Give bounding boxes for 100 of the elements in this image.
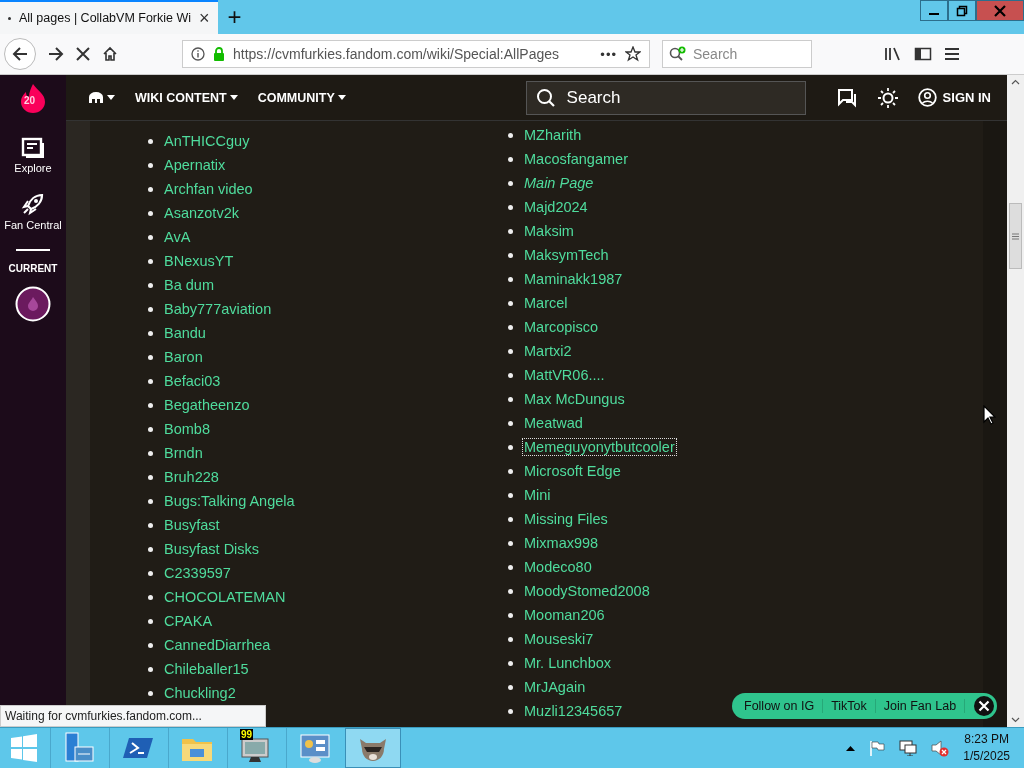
page-link[interactable]: Mooman206 [522,606,607,624]
back-button[interactable] [4,38,36,70]
page-link[interactable]: CannedDiarrhea [162,636,273,654]
page-link[interactable]: Busyfast Disks [162,540,262,558]
taskbar-app[interactable]: 99 [227,728,284,768]
page-link[interactable]: Main Page [522,174,596,192]
promo-link[interactable]: Follow on IG [736,699,824,713]
taskbar-app[interactable] [345,728,401,768]
page-link[interactable]: Begatheenzo [162,396,252,414]
search-field[interactable]: Search [662,40,812,68]
control-panel-icon [298,731,332,765]
page-link[interactable]: Bomb8 [162,420,212,438]
lock-icon [213,47,225,61]
clock-date[interactable]: 1/5/2025 [963,748,1010,765]
flame-logo[interactable] [20,83,46,113]
page-link[interactable]: Brndn [162,444,205,462]
page-link[interactable]: Mouseski7 [522,630,596,648]
page-link[interactable]: Busyfast [162,516,222,534]
page-link[interactable]: Befaci03 [162,372,223,390]
newspaper-icon [21,137,45,159]
page-link[interactable]: Muzli12345657 [522,702,625,720]
scroll-up-icon[interactable] [1011,79,1020,85]
caret-icon [229,95,238,100]
page-link[interactable]: Mixmax998 [522,534,601,552]
page-link[interactable]: MattVR06.... [522,366,607,384]
page-link[interactable]: Max McDungus [522,390,627,408]
page-link[interactable]: Ba dum [162,276,216,294]
rail-item[interactable]: Explore [3,137,63,174]
page-link[interactable]: Archfan video [162,180,255,198]
page-link[interactable]: Bruh228 [162,468,221,486]
wiki-icon [88,91,104,104]
page-link[interactable]: Chileballer15 [162,660,251,678]
scroll-down-icon[interactable] [1011,717,1020,723]
wiki-menu[interactable] [88,91,115,104]
menu-icon[interactable] [944,47,960,61]
sidebar-icon[interactable] [914,46,932,62]
page-actions-button[interactable]: ••• [600,46,617,62]
star-icon[interactable] [625,46,641,62]
nav-menu[interactable]: COMMUNITY [257,90,346,105]
page-link[interactable]: AnTHICCguy [162,132,252,150]
promo-link[interactable]: TikTok [823,699,876,713]
page-link[interactable]: Mini [522,486,553,504]
page-link[interactable]: Bugs:Talking Angela [162,492,297,510]
page-link[interactable]: C2339597 [162,564,233,582]
page-link[interactable]: Marcopisco [522,318,601,336]
discussions-icon[interactable] [835,87,858,108]
page-link[interactable]: Chuckling2 [162,684,238,702]
close-button[interactable] [976,0,1024,21]
scrollbar[interactable] [1007,75,1024,727]
address-bar[interactable]: https://cvmfurkies.fandom.com/wiki/Special:AllPages ••• [182,40,650,68]
theme-icon[interactable] [877,87,898,108]
page-link[interactable]: Baby777aviation [162,300,274,318]
page-link[interactable]: Maminakk1987 [522,270,625,288]
page-link[interactable]: Memeguyonytbutcooler [522,438,677,456]
minimize-button[interactable] [920,0,948,21]
tab-close-button[interactable]: × [199,7,210,29]
page-link[interactable]: CPAKA [162,612,215,630]
page-link[interactable]: Baron [162,348,205,366]
page-link[interactable]: Microsoft Edge [522,462,623,480]
restore-button[interactable] [948,0,976,21]
sign-in-button[interactable]: SIGN IN [917,88,991,107]
page-link[interactable]: CHOCOLATEMAN [162,588,288,606]
home-icon[interactable] [102,46,118,62]
page-link[interactable]: Maksim [522,222,576,240]
new-tab-button[interactable]: + [217,0,252,34]
network-icon[interactable] [899,740,918,756]
page-link[interactable]: Meatwad [522,414,585,432]
page-link[interactable]: AvA [162,228,193,246]
speaker-muted-icon[interactable] [931,739,950,757]
page-link[interactable]: Mr. Lunchbox [522,654,614,672]
info-icon[interactable] [191,47,205,61]
page-link[interactable]: MaksymTech [522,246,611,264]
page-link[interactable]: MrJAgain [522,678,588,696]
promo-link[interactable]: Join Fan Lab [875,699,966,713]
page-link[interactable]: MoodyStomed2008 [522,582,652,600]
page-link[interactable]: Martxi2 [522,342,574,360]
browser-tab[interactable]: All pages | CollabVM Forkie Wi × [0,0,218,34]
page-link[interactable]: Marcel [522,294,570,312]
stop-loading-icon[interactable] [76,47,90,61]
start-icon[interactable] [10,734,38,762]
flag-icon[interactable] [869,740,886,756]
page-link[interactable]: Majd2024 [522,198,590,216]
page-link[interactable]: Bandu [162,324,208,342]
page-link[interactable]: Macosfangamer [522,150,630,168]
rail-item[interactable]: Fan Central [3,192,63,231]
wiki-search-field[interactable]: Search [525,80,806,115]
page-link[interactable]: Apernatix [162,156,228,174]
show-hidden-icons-icon[interactable] [846,745,856,751]
page-link[interactable]: Modeco80 [522,558,594,576]
community-avatar-icon[interactable] [15,286,51,322]
library-icon[interactable] [884,46,902,62]
close-icon[interactable] [973,695,996,717]
forward-icon[interactable] [48,46,64,62]
clock-time[interactable]: 8:23 PM [964,731,1009,748]
scrollbar-thumb[interactable] [1009,203,1022,269]
page-link[interactable]: Missing Files [522,510,610,528]
page-link[interactable]: Asanzotv2k [162,204,241,222]
nav-menu[interactable]: WIKI CONTENT [135,90,238,105]
page-link[interactable]: MZharith [522,126,584,144]
page-link[interactable]: BNexusYT [162,252,236,270]
